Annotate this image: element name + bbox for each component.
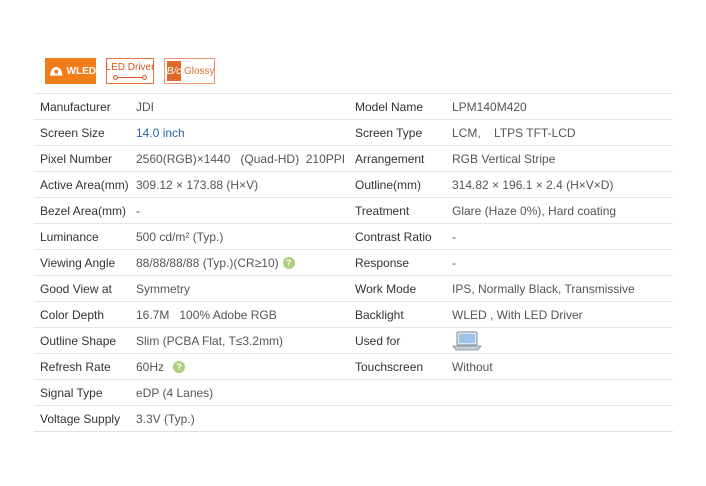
spec-label: Viewing Angle	[34, 249, 130, 276]
spec-label: Outline Shape	[34, 327, 130, 354]
spec-value: -	[130, 197, 349, 224]
spec-label: Active Area(mm)	[34, 171, 130, 198]
spec-value: eDP (4 Lanes)	[130, 379, 349, 406]
led-driver-icon	[113, 74, 147, 81]
spec-value: 500 cd/m² (Typ.)	[130, 223, 349, 250]
spec-label: Luminance	[34, 223, 130, 250]
spec-value: LCM, LTPS TFT-LCD	[446, 119, 673, 146]
spec-value: 16.7M 100% Adobe RGB	[130, 301, 349, 328]
laptop-icon	[452, 331, 482, 350]
spec-value: 314.82 × 196.1 × 2.4 (H×V×D)	[446, 171, 673, 198]
spec-label: Bezel Area(mm)	[34, 197, 130, 224]
spec-label: Touchscreen	[349, 353, 446, 380]
spec-label: Pixel Number	[34, 145, 130, 172]
glossy-badge: B/c Glossy	[164, 58, 215, 84]
wled-badge: WLED	[45, 58, 96, 84]
table-row: Pixel Number 2560(RGB)×1440 (Quad-HD) 21…	[34, 145, 673, 172]
screen-size-link[interactable]: 14.0 inch	[130, 119, 349, 146]
empty-cell	[446, 405, 673, 432]
spec-value: -	[446, 249, 673, 276]
spec-label: Outline(mm)	[349, 171, 446, 198]
spec-label: Work Mode	[349, 275, 446, 302]
led-driver-badge-label: LED Driver	[105, 61, 155, 73]
spec-label: Model Name	[349, 93, 446, 120]
led-driver-badge: LED Driver	[106, 58, 154, 84]
spec-value: Without	[446, 353, 673, 380]
glossy-mark-icon: B/c	[167, 61, 181, 81]
spec-value: 2560(RGB)×1440 (Quad-HD) 210PPI	[130, 145, 349, 172]
question-mark-icon[interactable]: ?	[173, 361, 186, 374]
empty-cell	[349, 379, 446, 406]
spec-value: Slim (PCBA Flat, T≤3.2mm)	[130, 327, 349, 354]
spec-label: Screen Type	[349, 119, 446, 146]
spec-label: Signal Type	[34, 379, 130, 406]
spec-value-cell: 88/88/88/88 (Typ.)(CR≥10)?	[130, 249, 349, 276]
bulb-icon	[50, 67, 63, 76]
spec-label: Contrast Ratio	[349, 223, 446, 250]
empty-cell	[446, 379, 673, 406]
empty-cell	[349, 405, 446, 432]
spec-value-cell: 60Hz?	[130, 353, 349, 380]
table-row: Screen Size 14.0 inch Screen Type LCM, L…	[34, 119, 673, 146]
question-mark-icon[interactable]: ?	[282, 257, 295, 270]
spec-value: RGB Vertical Stripe	[446, 145, 673, 172]
spec-value: LPM140M420	[446, 93, 673, 120]
spec-label: Color Depth	[34, 301, 130, 328]
spec-value: 60Hz	[136, 359, 165, 374]
table-row: Refresh Rate 60Hz? Touchscreen Without	[34, 353, 673, 380]
spec-label: Response	[349, 249, 446, 276]
spec-label: Voltage Supply	[34, 405, 130, 432]
spec-value: IPS, Normally Black, Transmissive	[446, 275, 673, 302]
table-row: Luminance 500 cd/m² (Typ.) Contrast Rati…	[34, 223, 673, 250]
spec-value: -	[446, 223, 673, 250]
spec-value: 309.12 × 173.88 (H×V)	[130, 171, 349, 198]
spec-label: Screen Size	[34, 119, 130, 146]
wled-badge-label: WLED	[66, 65, 96, 77]
spec-label: Good View at	[34, 275, 130, 302]
spec-label: Refresh Rate	[34, 353, 130, 380]
table-row: Manufacturer JDI Model Name LPM140M420	[34, 93, 673, 120]
spec-value: Symmetry	[130, 275, 349, 302]
table-row: Good View at Symmetry Work Mode IPS, Nor…	[34, 275, 673, 302]
used-for-cell	[446, 327, 673, 354]
spec-value: 88/88/88/88 (Typ.)(CR≥10)	[136, 255, 279, 270]
table-row: Color Depth 16.7M 100% Adobe RGB Backlig…	[34, 301, 673, 328]
spec-value: Glare (Haze 0%), Hard coating	[446, 197, 673, 224]
spec-label: Arrangement	[349, 145, 446, 172]
spec-label: Backlight	[349, 301, 446, 328]
spec-table: Manufacturer JDI Model Name LPM140M420 S…	[34, 93, 673, 432]
feature-badges: WLED LED Driver B/c Glossy	[45, 58, 215, 86]
table-row: Outline Shape Slim (PCBA Flat, T≤3.2mm) …	[34, 327, 673, 354]
spec-value: 3.3V (Typ.)	[130, 405, 349, 432]
glossy-badge-label: Glossy	[184, 65, 215, 77]
spec-value: WLED , With LED Driver	[446, 301, 673, 328]
spec-label: Treatment	[349, 197, 446, 224]
spec-label: Manufacturer	[34, 93, 130, 120]
spec-label: Used for	[349, 327, 446, 354]
table-row: Viewing Angle 88/88/88/88 (Typ.)(CR≥10)?…	[34, 249, 673, 276]
table-row: Bezel Area(mm) - Treatment Glare (Haze 0…	[34, 197, 673, 224]
table-row: Voltage Supply 3.3V (Typ.)	[34, 405, 673, 432]
table-row: Signal Type eDP (4 Lanes)	[34, 379, 673, 406]
table-row: Active Area(mm) 309.12 × 173.88 (H×V) Ou…	[34, 171, 673, 198]
spec-value: JDI	[130, 93, 349, 120]
